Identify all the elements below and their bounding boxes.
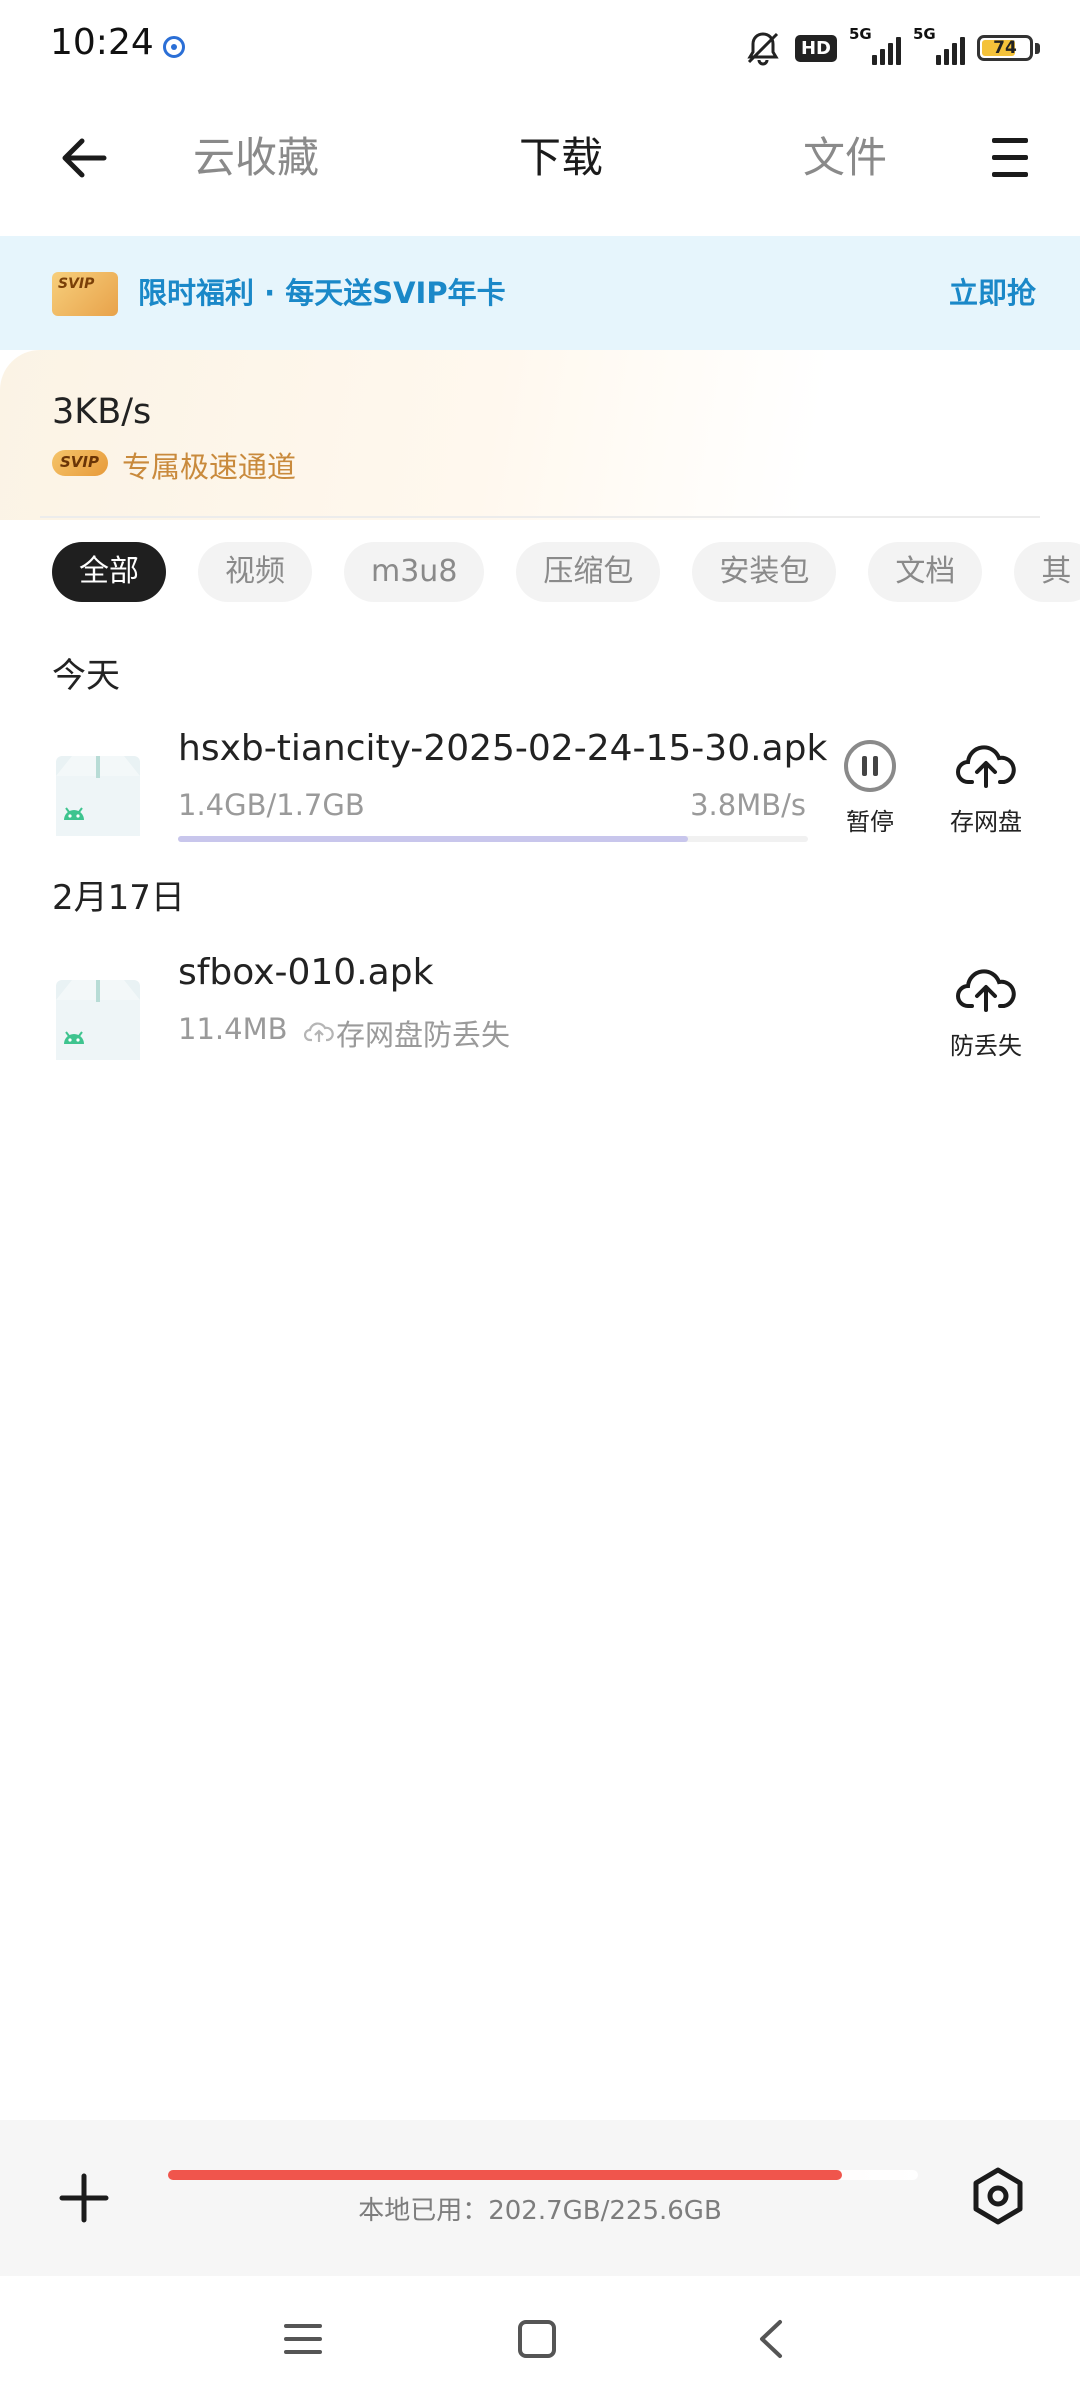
menu-icon[interactable]	[980, 130, 1040, 186]
claim-now-button[interactable]: 立即抢	[949, 270, 1036, 312]
back-icon[interactable]	[748, 2314, 798, 2364]
tab-downloads[interactable]: 下载	[399, 124, 603, 185]
system-navigation-bar	[0, 2276, 1080, 2400]
tab-bar: 云收藏 下载 文件	[0, 124, 1080, 185]
download-item[interactable]: hsxb-tiancity-2025-02-24-15-30.apk 1.4GB…	[0, 728, 1080, 868]
cloud-backup-hint[interactable]: 存网盘防丢失	[336, 1012, 510, 1054]
network-type-label: 5G	[849, 25, 872, 43]
download-speed-panel: 3KB/s SVIP 专属极速通道	[0, 350, 1080, 520]
download-progress-fill	[178, 836, 689, 842]
cloud-small-icon	[304, 1022, 334, 1042]
filter-document[interactable]: 文档	[868, 542, 983, 602]
storage-usage-bar	[168, 2170, 918, 2180]
status-bar: 10:24 HD 5G 5G 74	[0, 0, 1080, 96]
section-header-date: 2月17日	[52, 878, 185, 918]
storage-usage-text: 本地已用：202.7GB/225.6GB	[358, 2196, 722, 2226]
svip-badge: SVIP	[52, 450, 108, 476]
section-header-today: 今天	[52, 656, 120, 696]
download-speed: 3.8MB/s	[690, 788, 806, 822]
cloud-upload-icon	[956, 745, 1016, 788]
pause-icon	[844, 740, 896, 792]
file-size-progress: 1.4GB/1.7GB	[178, 788, 365, 822]
home-icon[interactable]	[512, 2314, 562, 2364]
settings-hex-icon[interactable]	[966, 2164, 1030, 2228]
hd-voice-badge: HD	[794, 34, 837, 62]
location-indicator-icon	[163, 36, 185, 58]
battery-level: 74	[993, 38, 1017, 58]
filter-other[interactable]: 其	[1014, 542, 1080, 602]
top-navigation: 云收藏 下载 文件	[0, 96, 1080, 236]
pause-label: 暂停	[846, 808, 894, 836]
signal-strength-1-icon: 5G	[849, 25, 901, 65]
battery-icon: 74	[977, 35, 1040, 61]
svip-promo-banner[interactable]: SVIP 限时福利 · 每天送SVIP年卡 立即抢	[0, 236, 1080, 350]
promo-text: 限时福利 · 每天送SVIP年卡	[138, 276, 506, 310]
storage-usage-fill	[168, 2170, 842, 2180]
bell-muted-icon	[747, 32, 779, 66]
recent-apps-icon[interactable]	[278, 2314, 328, 2364]
svip-badge-text: SVIP	[60, 453, 99, 471]
download-progress-bar	[178, 836, 808, 842]
network-type-label: 5G	[913, 25, 936, 43]
pause-button[interactable]: 暂停	[820, 738, 920, 837]
download-item[interactable]: sfbox-010.apk 11.4MB 存网盘防丢失 防丢失	[0, 952, 1080, 1092]
cloud-upload-icon	[956, 969, 1016, 1012]
filter-chips: 全部 视频 m3u8 压缩包 安装包 文档 其	[52, 542, 1080, 604]
filter-m3u8[interactable]: m3u8	[344, 542, 485, 602]
filter-apk[interactable]: 安装包	[692, 542, 837, 602]
prevent-loss-label: 防丢失	[950, 1032, 1022, 1060]
prevent-loss-button[interactable]: 防丢失	[936, 962, 1036, 1061]
signal-strength-2-icon: 5G	[913, 25, 965, 65]
apk-file-icon	[56, 756, 140, 836]
apk-file-icon	[56, 980, 140, 1060]
file-name: hsxb-tiancity-2025-02-24-15-30.apk	[178, 728, 828, 769]
save-to-cloud-label: 存网盘	[950, 808, 1022, 836]
divider	[40, 516, 1040, 518]
status-time: 10:24	[50, 22, 154, 63]
file-size: 11.4MB	[178, 1012, 288, 1046]
exclusive-channel-link[interactable]: 专属极速通道	[122, 444, 296, 486]
tab-cloud-favorites[interactable]: 云收藏	[193, 124, 319, 185]
svip-card-text: SVIP	[58, 276, 95, 292]
svip-card-icon: SVIP	[52, 272, 118, 316]
save-to-cloud-button[interactable]: 存网盘	[936, 738, 1036, 837]
current-speed: 3KB/s	[52, 392, 152, 432]
download-manager-screen: 10:24 HD 5G 5G 74 云收藏 下载 文件 SVIP 限时福利 · …	[0, 0, 1080, 2400]
tab-files[interactable]: 文件	[683, 124, 887, 185]
filter-archive[interactable]: 压缩包	[516, 542, 661, 602]
file-name: sfbox-010.apk	[178, 952, 434, 993]
filter-all[interactable]: 全部	[52, 542, 166, 602]
status-icons: HD 5G 5G 74	[743, 25, 1040, 70]
bottom-toolbar: 本地已用：202.7GB/225.6GB	[0, 2120, 1080, 2276]
filter-video[interactable]: 视频	[198, 542, 312, 602]
